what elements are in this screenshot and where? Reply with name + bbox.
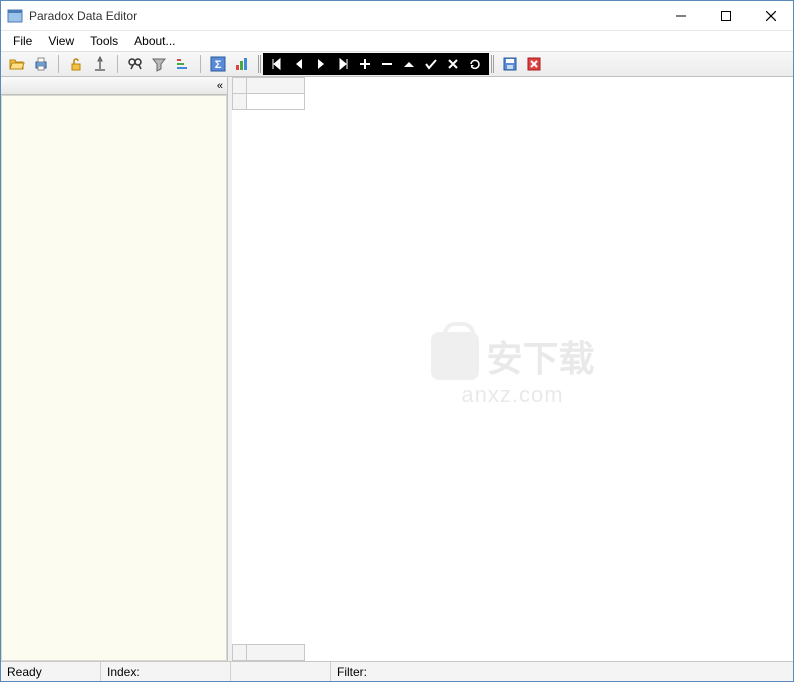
sort-button[interactable]	[172, 53, 194, 75]
nav-cancel-button[interactable]	[443, 54, 463, 74]
structure-button[interactable]	[89, 53, 111, 75]
sidebar-header: «	[1, 77, 227, 95]
maximize-button[interactable]	[703, 1, 748, 30]
close-record-button[interactable]	[523, 53, 545, 75]
watermark-text-en: anxz.com	[430, 382, 594, 408]
sidebar-collapse-button[interactable]: «	[217, 80, 223, 92]
minimize-button[interactable]	[658, 1, 703, 30]
sum-button[interactable]: Σ	[207, 53, 229, 75]
watermark-icon	[430, 332, 478, 380]
watermark: 安下载 anxz.com	[430, 330, 594, 408]
status-empty	[231, 662, 331, 681]
toolbar-separator	[200, 55, 201, 73]
menu-file[interactable]: File	[5, 32, 40, 50]
watermark-text-cn: 安下载	[486, 330, 594, 382]
grid-header-stub	[232, 77, 305, 110]
unlock-button[interactable]	[65, 53, 87, 75]
svg-text:Σ: Σ	[215, 59, 222, 71]
chart-button[interactable]	[231, 53, 253, 75]
grid-row-selector[interactable]	[233, 94, 247, 110]
toolbar-separator	[117, 55, 118, 73]
grid-header-cell[interactable]	[247, 78, 305, 94]
nav-first-button[interactable]	[267, 54, 287, 74]
grid-footer-corner	[233, 645, 247, 661]
status-bar: Ready Index: Filter:	[1, 661, 793, 681]
sidebar: «	[1, 77, 228, 661]
nav-prev-button[interactable]	[289, 54, 309, 74]
toolbar: Σ	[1, 51, 793, 77]
menu-tools[interactable]: Tools	[82, 32, 126, 50]
nav-insert-button[interactable]	[355, 54, 375, 74]
save-record-button[interactable]	[499, 53, 521, 75]
status-ready: Ready	[1, 662, 101, 681]
status-index: Index:	[101, 662, 231, 681]
toolbar-grip[interactable]	[491, 55, 494, 73]
toolbar-group-file	[3, 53, 55, 75]
app-icon	[7, 8, 23, 24]
nav-post-button[interactable]	[421, 54, 441, 74]
toolbar-group-calc: Σ	[204, 53, 256, 75]
window-title: Paradox Data Editor	[29, 9, 658, 23]
toolbar-separator	[58, 55, 59, 73]
nav-last-button[interactable]	[333, 54, 353, 74]
data-grid-area: 安下载 anxz.com	[232, 77, 793, 661]
nav-edit-button[interactable]	[399, 54, 419, 74]
content-area: « 安下载 anxz.com	[1, 77, 793, 661]
print-button[interactable]	[30, 53, 52, 75]
toolbar-group-record	[496, 53, 548, 75]
nav-next-button[interactable]	[311, 54, 331, 74]
filter-button[interactable]	[148, 53, 170, 75]
open-button[interactable]	[6, 53, 28, 75]
menu-bar: File View Tools About...	[1, 31, 793, 51]
window-controls	[658, 1, 793, 30]
grid-footer-cell	[247, 645, 305, 661]
nav-delete-button[interactable]	[377, 54, 397, 74]
status-filter: Filter:	[331, 662, 793, 681]
toolbar-group-search	[121, 53, 197, 75]
menu-view[interactable]: View	[40, 32, 82, 50]
nav-refresh-button[interactable]	[465, 54, 485, 74]
find-button[interactable]	[124, 53, 146, 75]
grid-corner-cell[interactable]	[233, 78, 247, 94]
menu-about[interactable]: About...	[126, 32, 183, 50]
toolbar-grip[interactable]	[258, 55, 261, 73]
title-bar: Paradox Data Editor	[1, 1, 793, 31]
toolbar-group-lock	[62, 53, 114, 75]
close-button[interactable]	[748, 1, 793, 30]
grid-cell[interactable]	[247, 94, 305, 110]
nav-toolbar	[263, 53, 489, 75]
grid-footer-stub	[232, 644, 305, 661]
sidebar-panel[interactable]	[1, 95, 227, 661]
